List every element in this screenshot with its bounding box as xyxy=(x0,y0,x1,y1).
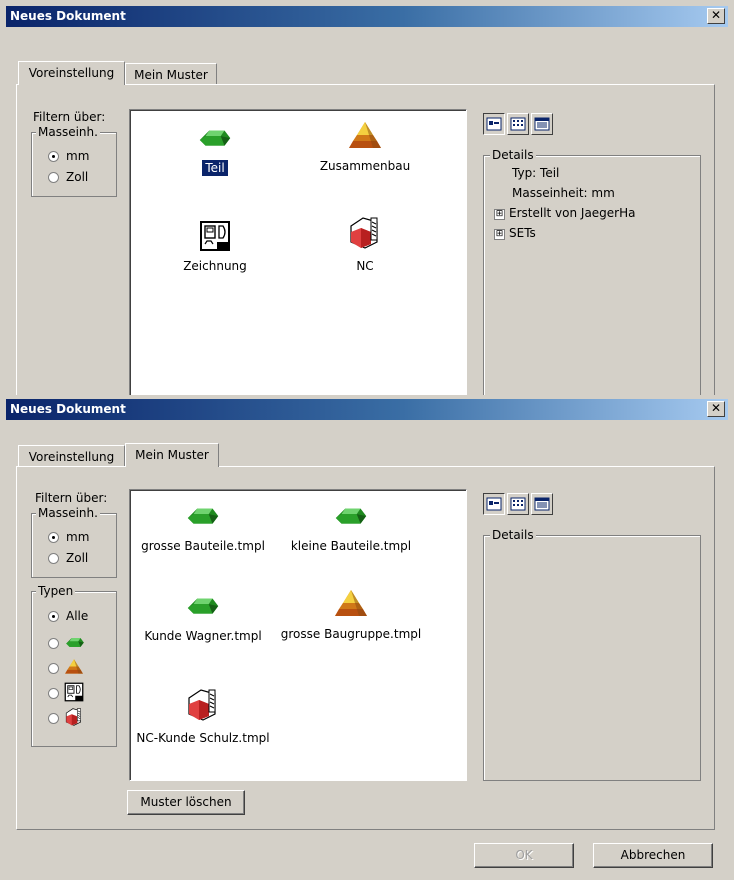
title-bar: Neues Dokument ✕ xyxy=(6,399,728,420)
list-item-label: Zeichnung xyxy=(183,259,247,273)
assembly-icon xyxy=(65,659,83,674)
types-nc-radio[interactable] xyxy=(48,713,59,724)
detail-created-by-label: Erstellt von JaegerHa xyxy=(509,206,636,220)
list-item-label: NC xyxy=(356,259,374,273)
detail-units: Masseinheit: mm xyxy=(512,186,615,200)
drawing-icon xyxy=(200,221,230,251)
dialog-title: Neues Dokument xyxy=(10,402,126,416)
detail-sets[interactable]: ⊞ SETs xyxy=(494,226,536,240)
details-view-icon xyxy=(534,497,550,511)
list-item[interactable]: NC xyxy=(290,214,440,274)
units-inch-radio[interactable] xyxy=(48,172,59,183)
details-view-button[interactable] xyxy=(531,493,553,515)
list-item[interactable]: kleine Bauteile.tmpl xyxy=(276,502,426,554)
tab-panel: Filtern über: Masseinh. mm Zoll Typen Al… xyxy=(16,466,715,830)
units-mm-radio[interactable] xyxy=(48,532,59,543)
template-list[interactable]: Teil Zusammenbau Zeichnung NC xyxy=(129,109,467,395)
delete-template-button[interactable]: Muster löschen xyxy=(127,790,245,815)
units-mm-radio[interactable] xyxy=(48,151,59,162)
filter-label: Filtern über: xyxy=(35,491,108,505)
drawing-icon xyxy=(64,682,84,702)
units-inch-radio[interactable] xyxy=(48,553,59,564)
units-mm-label: mm xyxy=(66,149,90,163)
nc-icon xyxy=(188,689,216,721)
units-group: Masseinh. mm Zoll xyxy=(31,506,117,578)
title-bar: Neues Dokument ✕ xyxy=(6,6,728,27)
large-icons-view-button[interactable] xyxy=(483,493,505,515)
ok-button[interactable]: OK xyxy=(474,843,574,868)
assembly-icon xyxy=(349,122,381,148)
assembly-icon xyxy=(335,590,367,616)
part-icon xyxy=(187,598,219,614)
list-item-label: grosse Baugruppe.tmpl xyxy=(280,627,422,641)
types-all-radio[interactable] xyxy=(48,611,59,622)
new-document-dialog-preset: Neues Dokument ✕ Voreinstellung Mein Mus… xyxy=(0,0,734,396)
part-icon xyxy=(187,508,219,524)
units-inch-label: Zoll xyxy=(66,170,89,184)
units-inch-label: Zoll xyxy=(66,551,89,565)
details-group: Details xyxy=(483,528,701,781)
list-item[interactable]: grosse Baugruppe.tmpl xyxy=(276,588,426,642)
list-item[interactable]: Zusammenbau xyxy=(290,120,440,174)
large-icons-view-button[interactable] xyxy=(483,113,505,135)
part-icon xyxy=(335,508,367,524)
details-label: Details xyxy=(490,528,536,542)
tab-my-templates[interactable]: Mein Muster xyxy=(125,443,219,467)
list-item[interactable]: Teil xyxy=(140,124,290,177)
list-item-label: Teil xyxy=(201,159,229,177)
list-item-label: grosse Bauteile.tmpl xyxy=(141,539,265,553)
part-icon xyxy=(199,130,231,146)
list-item-label: kleine Bauteile.tmpl xyxy=(290,539,412,553)
expand-icon[interactable]: ⊞ xyxy=(494,229,505,240)
list-item[interactable]: grosse Bauteile.tmpl xyxy=(128,502,278,554)
units-mm-label: mm xyxy=(66,530,90,544)
large-icons-view-icon xyxy=(486,497,502,511)
types-all-label: Alle xyxy=(66,609,89,623)
details-label: Details xyxy=(490,148,536,162)
list-item[interactable]: NC-Kunde Schulz.tmpl xyxy=(128,686,278,746)
list-item-label: NC-Kunde Schulz.tmpl xyxy=(136,731,270,745)
tab-panel: Filtern über: Masseinh. mm Zoll Teil Zus… xyxy=(16,84,715,395)
dialog-title: Neues Dokument xyxy=(10,9,126,23)
detail-sets-label: SETs xyxy=(509,226,536,240)
units-group: Masseinh. mm Zoll xyxy=(31,125,117,197)
units-group-label: Masseinh. xyxy=(36,125,100,139)
details-group: Details Typ: Teil Masseinheit: mm ⊞ Erste… xyxy=(483,148,701,395)
detail-created-by[interactable]: ⊞ Erstellt von JaegerHa xyxy=(494,206,636,220)
nc-icon xyxy=(65,708,81,726)
template-list[interactable]: grosse Bauteile.tmpl kleine Bauteile.tmp… xyxy=(129,489,467,781)
list-item[interactable]: Zeichnung xyxy=(140,220,290,274)
list-item[interactable]: Kunde Wagner.tmpl xyxy=(128,592,278,644)
part-icon xyxy=(66,638,84,647)
small-icons-view-button[interactable] xyxy=(507,493,529,515)
tab-preset[interactable]: Voreinstellung xyxy=(18,61,125,85)
cancel-button[interactable]: Abbrechen xyxy=(593,843,713,868)
types-group: Typen Alle xyxy=(31,584,117,747)
tab-my-templates[interactable]: Mein Muster xyxy=(125,63,217,85)
types-assembly-radio[interactable] xyxy=(48,663,59,674)
detail-type: Typ: Teil xyxy=(512,166,560,180)
close-button[interactable]: ✕ xyxy=(707,8,725,24)
details-view-icon xyxy=(534,117,550,131)
types-part-radio[interactable] xyxy=(48,638,59,649)
large-icons-view-icon xyxy=(486,117,502,131)
details-view-button[interactable] xyxy=(531,113,553,135)
close-button[interactable]: ✕ xyxy=(707,401,725,417)
small-icons-view-icon xyxy=(510,117,526,131)
expand-icon[interactable]: ⊞ xyxy=(494,209,505,220)
types-drawing-radio[interactable] xyxy=(48,688,59,699)
types-group-label: Typen xyxy=(36,584,76,598)
small-icons-view-icon xyxy=(510,497,526,511)
units-group-label: Masseinh. xyxy=(36,506,100,520)
list-item-label: Kunde Wagner.tmpl xyxy=(144,629,262,643)
filter-label: Filtern über: xyxy=(33,110,106,124)
list-item-label: Zusammenbau xyxy=(319,159,411,173)
new-document-dialog-my-templates: Neues Dokument ✕ Voreinstellung Mein Mus… xyxy=(0,395,734,880)
tab-preset[interactable]: Voreinstellung xyxy=(18,445,125,467)
small-icons-view-button[interactable] xyxy=(507,113,529,135)
nc-icon xyxy=(350,217,378,249)
